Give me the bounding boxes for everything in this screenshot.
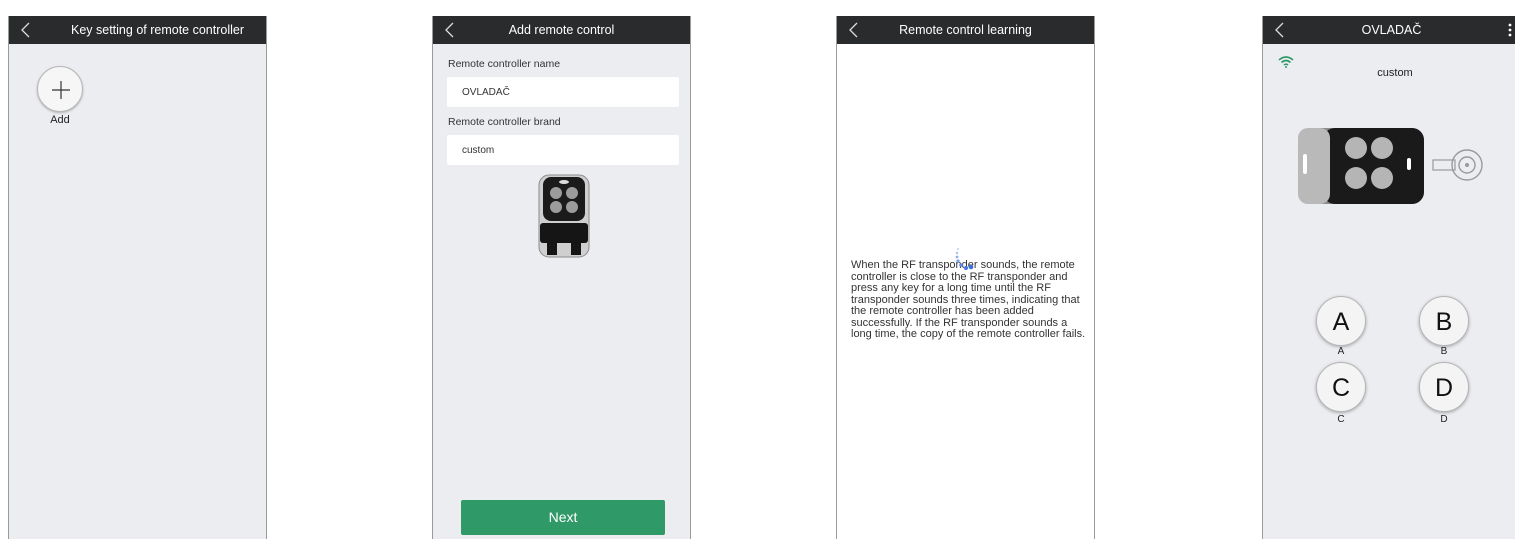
title-bar: Add remote control [433, 16, 690, 44]
next-button[interactable]: Next [461, 500, 665, 535]
screen-remote-learning: Remote control learning When the RF tran… [836, 16, 1095, 539]
name-field[interactable]: OVLADAČ [447, 77, 679, 107]
page-title: Remote control learning [899, 23, 1032, 37]
name-label: Remote controller name [448, 58, 561, 70]
plus-icon [52, 81, 70, 99]
screen-add-remote: Add remote control Remote controller nam… [432, 16, 691, 539]
back-chevron-icon[interactable] [19, 22, 33, 38]
brand-field[interactable]: custom [447, 135, 679, 165]
more-vertical-icon[interactable] [1508, 23, 1512, 37]
screen-key-setting: Key setting of remote controller Add [8, 16, 267, 539]
key-c-button[interactable]: C [1316, 362, 1366, 412]
page-title: Key setting of remote controller [71, 23, 244, 37]
key-a-button[interactable]: A [1316, 296, 1366, 346]
add-button[interactable] [37, 66, 83, 112]
key-b-button[interactable]: B [1419, 296, 1469, 346]
key-d-button[interactable]: D [1419, 362, 1469, 412]
title-bar: Remote control learning [837, 16, 1094, 44]
wifi-icon [1278, 56, 1294, 68]
page-title: OVLADAČ [1361, 23, 1422, 37]
key-d-label: D [1440, 414, 1448, 425]
page-title: Add remote control [508, 23, 615, 37]
brand-label: Remote controller brand [448, 116, 561, 128]
key-c-label: C [1337, 414, 1345, 425]
title-bar: Key setting of remote controller [9, 16, 266, 44]
screen-remote-detail: OVLADAČ custom A A B B C C D D [1262, 16, 1515, 539]
key-a-label: A [1337, 346, 1345, 357]
key-b-label: B [1440, 346, 1448, 357]
key-fob-icon [1298, 128, 1483, 204]
device-brand: custom [1377, 67, 1413, 79]
add-label: Add [50, 114, 70, 126]
loading-spinner-icon [955, 248, 974, 271]
remote-fob-icon [538, 174, 590, 258]
title-bar: OVLADAČ [1263, 16, 1515, 44]
